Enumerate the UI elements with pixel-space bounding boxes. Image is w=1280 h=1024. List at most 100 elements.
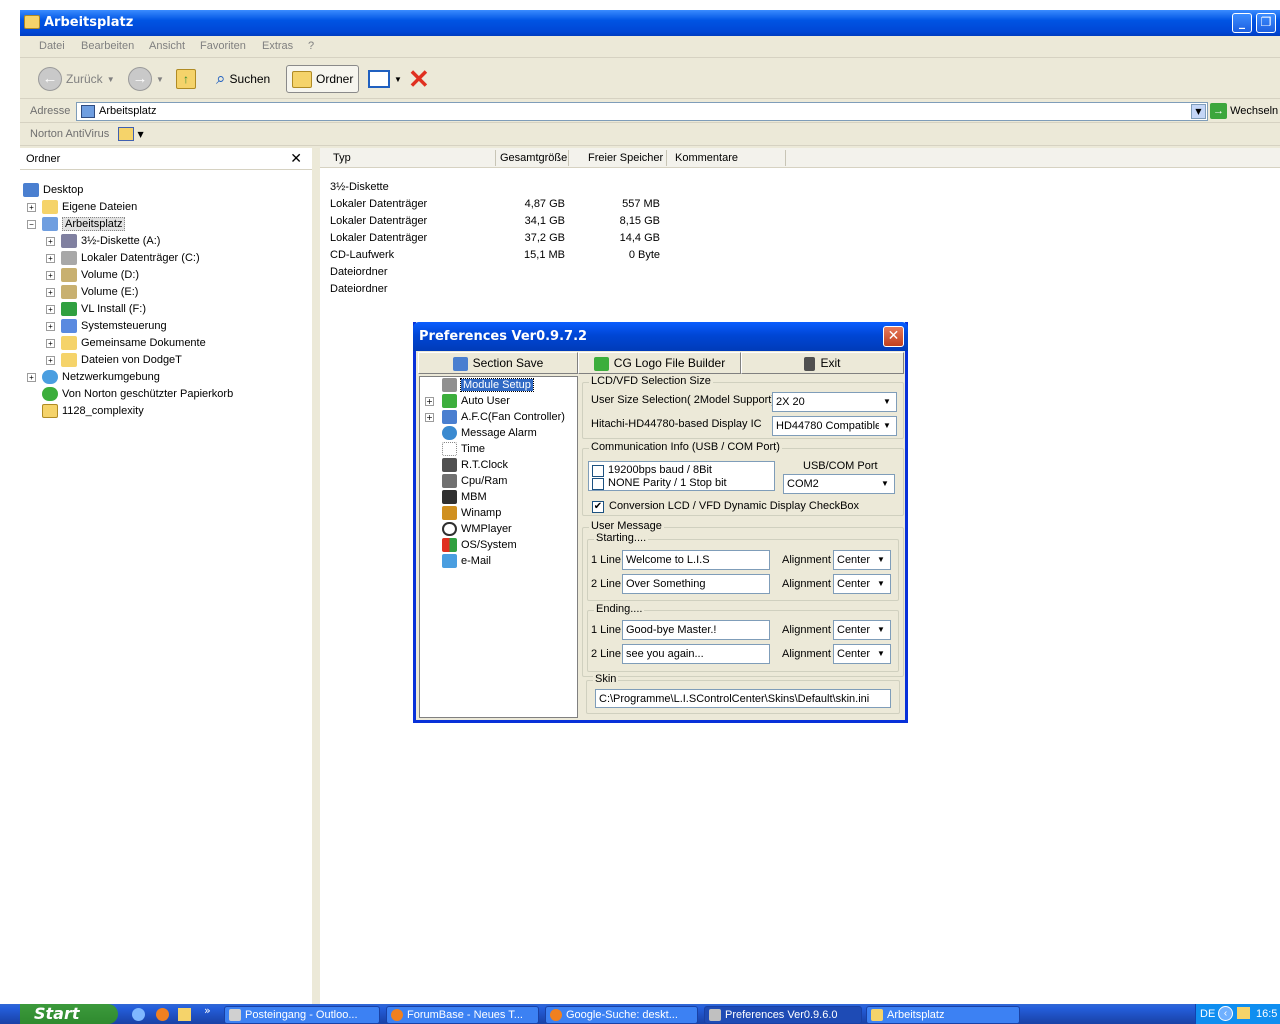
list-row[interactable]: Lokaler Datenträger 4,87 GB 557 MB — [320, 196, 720, 213]
tree-item-1128-complexity[interactable]: 1128_complexity — [42, 403, 144, 420]
tree-item-desktop[interactable]: Desktop — [23, 182, 83, 199]
exit-button[interactable]: Exit — [741, 352, 904, 374]
tree-item-gemeinsame-dokumente[interactable]: + Gemeinsame Dokumente — [46, 335, 206, 352]
module-item-email[interactable]: e-Mail — [442, 553, 491, 569]
start-line2-align-select[interactable]: Center ▼ — [833, 574, 891, 594]
end-line1-align-select[interactable]: Center ▼ — [833, 620, 891, 640]
collapse-icon[interactable]: − — [27, 219, 36, 229]
tree-item-drive-c[interactable]: + Lokaler Datenträger (C:) — [46, 250, 200, 267]
back-button[interactable]: ← Zurück ▼ — [38, 65, 115, 93]
task-arbeitsplatz[interactable]: Arbeitsplatz — [866, 1006, 1020, 1024]
expand-icon[interactable]: + — [46, 321, 55, 331]
task-google[interactable]: Google-Suche: deskt... — [545, 1006, 698, 1024]
tree-item-diskette[interactable]: +3½-Diskette (A:) — [46, 233, 160, 250]
tree-item-volume-e[interactable]: + Volume (E:) — [46, 284, 138, 301]
skin-path-input[interactable]: C:\Programme\L.I.SControlCenter\Skins\De… — [595, 689, 891, 708]
menu-help[interactable]: ? — [308, 40, 314, 52]
tray-expand-icon[interactable]: ‹ — [1218, 1006, 1233, 1021]
tree-item-dateien-von-dodget[interactable]: + Dateien von DodgeT — [46, 352, 182, 369]
tree-item-arbeitsplatz[interactable]: − Arbeitsplatz — [27, 216, 126, 233]
task-preferences[interactable]: Preferences Ver0.9.6.0 — [704, 1006, 862, 1024]
start-line1-input[interactable]: Welcome to L.I.S — [622, 550, 770, 570]
quicklaunch-ie-icon[interactable] — [132, 1008, 145, 1021]
end-line2-input[interactable]: see you again... — [622, 644, 770, 664]
network-tray-icon[interactable] — [1237, 1007, 1250, 1019]
baud-checkbox[interactable] — [592, 465, 604, 477]
logo-builder-button[interactable]: CG Logo File Builder — [578, 352, 741, 374]
module-item-cpu-ram[interactable]: Cpu/Ram — [442, 473, 507, 489]
up-folder-button[interactable]: ↑ — [176, 65, 196, 93]
search-button[interactable]: ⌕ Suchen — [216, 65, 270, 93]
forward-button[interactable]: → ▼ — [128, 65, 164, 93]
parity-checkbox[interactable] — [592, 478, 604, 490]
address-input[interactable]: Arbeitsplatz ▼ — [76, 102, 1208, 121]
minimize-button[interactable]: _ — [1232, 13, 1252, 33]
list-row[interactable]: Lokaler Datenträger 34,1 GB 8,15 GB — [320, 213, 720, 230]
menu-favoriten[interactable]: Favoriten — [200, 40, 246, 52]
expand-icon[interactable]: + — [46, 270, 55, 280]
column-comments[interactable]: Kommentare — [675, 152, 738, 164]
menu-datei[interactable]: Datei — [39, 40, 65, 52]
module-item-message-alarm[interactable]: Message Alarm — [442, 425, 537, 441]
go-button[interactable]: → Wechseln — [1210, 103, 1278, 119]
column-total-size[interactable]: Gesamtgröße — [500, 152, 567, 164]
expand-icon[interactable]: + — [46, 253, 55, 263]
end-line2-align-select[interactable]: Center ▼ — [833, 644, 891, 664]
folders-button[interactable]: Ordner — [286, 65, 360, 93]
delete-button[interactable]: ✕ — [408, 65, 430, 93]
expand-icon[interactable]: + — [46, 236, 55, 246]
expand-icon[interactable]: + — [27, 202, 36, 212]
close-button[interactable]: ✕ — [883, 326, 904, 347]
start-line1-align-select[interactable]: Center ▼ — [833, 550, 891, 570]
tree-item-volume-d[interactable]: + Volume (D:) — [46, 267, 139, 284]
preferences-titlebar[interactable]: Preferences Ver0.9.7.2 ✕ — [413, 322, 908, 351]
tree-item-papierkorb[interactable]: Von Norton geschützter Papierkorb — [42, 386, 233, 403]
module-item-setup[interactable]: Module Setup — [442, 377, 534, 393]
task-outlook[interactable]: Posteingang - Outloo... — [224, 1006, 380, 1024]
expand-icon[interactable]: + — [27, 372, 36, 382]
menu-bearbeiten[interactable]: Bearbeiten — [81, 40, 134, 52]
list-row[interactable]: Dateiordner — [320, 264, 720, 281]
maximize-button[interactable]: ❐ — [1256, 13, 1276, 33]
module-item-wmplayer[interactable]: WMPlayer — [442, 521, 512, 537]
norton-button[interactable]: ▼ — [118, 127, 144, 141]
section-save-button[interactable]: Section Save — [418, 352, 578, 374]
ic-select[interactable]: HD44780 Compatible ▼ — [772, 416, 897, 436]
module-item-winamp[interactable]: Winamp — [442, 505, 501, 521]
list-row[interactable]: Lokaler Datenträger 37,2 GB 14,4 GB — [320, 230, 720, 247]
views-button[interactable]: ▼ — [368, 65, 402, 93]
explorer-titlebar[interactable]: Arbeitsplatz _ ❐ — [20, 10, 1280, 36]
size-select[interactable]: 2X 20 ▼ — [772, 392, 897, 412]
tree-item-netzwerkumgebung[interactable]: + Netzwerkumgebung — [27, 369, 160, 386]
module-item-os-system[interactable]: OS/System — [442, 537, 517, 553]
module-item-mbm[interactable]: MBM — [442, 489, 487, 505]
quicklaunch-firefox-icon[interactable] — [156, 1008, 169, 1021]
close-folder-pane-icon[interactable]: ✕ — [290, 150, 302, 167]
column-free-space[interactable]: Freier Speicher — [588, 152, 663, 164]
language-indicator[interactable]: DE — [1200, 1008, 1215, 1020]
expand-icon[interactable]: + — [425, 397, 434, 406]
module-item-rtclock[interactable]: R.T.Clock — [442, 457, 508, 473]
tree-item-systemsteuerung[interactable]: + Systemsteuerung — [46, 318, 167, 335]
expand-icon[interactable]: + — [425, 413, 434, 422]
tree-item-vl-install[interactable]: + VL Install (F:) — [46, 301, 146, 318]
expand-icon[interactable]: + — [46, 287, 55, 297]
start-button[interactable]: Start — [20, 1004, 118, 1024]
expand-icon[interactable]: + — [46, 304, 55, 314]
module-item-fan-controller[interactable]: A.F.C(Fan Controller) — [442, 409, 565, 425]
address-dropdown-icon[interactable]: ▼ — [1191, 104, 1206, 119]
column-type[interactable]: Typ — [333, 152, 351, 164]
menu-extras[interactable]: Extras — [262, 40, 293, 52]
end-line1-input[interactable]: Good-bye Master.! — [622, 620, 770, 640]
list-row[interactable]: CD-Laufwerk 15,1 MB 0 Byte — [320, 247, 720, 264]
list-row[interactable]: Dateiordner — [320, 281, 720, 298]
list-row[interactable]: 3½-Diskette — [320, 179, 720, 196]
module-item-auto-user[interactable]: Auto User — [442, 393, 510, 409]
quicklaunch-more-icon[interactable]: » — [204, 1004, 211, 1017]
module-item-time[interactable]: Time — [442, 441, 485, 457]
quicklaunch-explorer-icon[interactable] — [178, 1008, 191, 1021]
port-select[interactable]: COM2 ▼ — [783, 474, 895, 494]
expand-icon[interactable]: + — [46, 338, 55, 348]
tree-item-eigene-dateien[interactable]: + Eigene Dateien — [27, 199, 137, 216]
task-forumbase[interactable]: ForumBase - Neues T... — [386, 1006, 539, 1024]
